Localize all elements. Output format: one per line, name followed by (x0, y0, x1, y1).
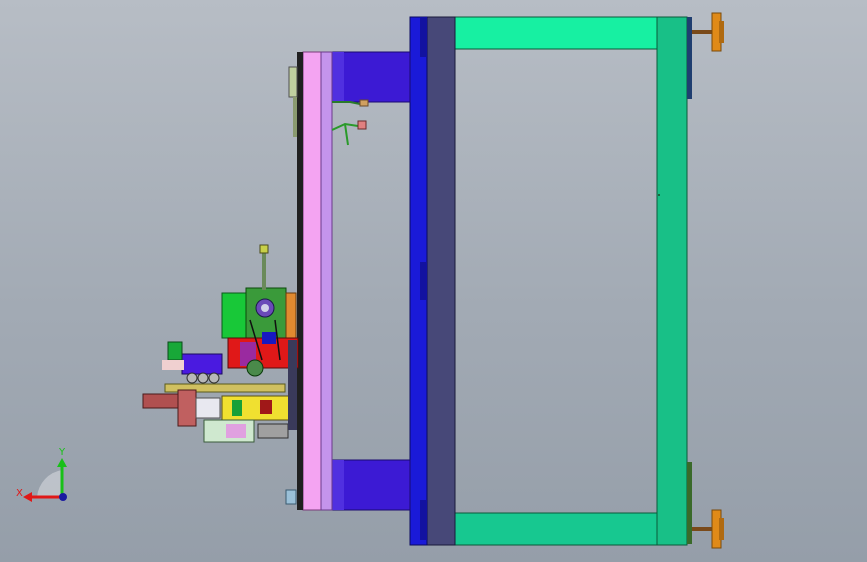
x-axis-label: X (16, 488, 23, 499)
axis-triad: X Y (16, 447, 67, 502)
cad-viewport[interactable]: X Y (0, 0, 867, 562)
valve-block (181, 353, 223, 375)
purple-mount-blocks[interactable] (331, 51, 411, 511)
blue-column-joint-mid (420, 262, 427, 300)
triad-origin (59, 493, 67, 501)
gear-shaft (262, 248, 266, 290)
blue-column-joint-top (420, 17, 427, 57)
frame-bottom-rail (454, 512, 658, 546)
frame-top-rail (454, 16, 658, 50)
lavender-plate (320, 51, 333, 511)
motor-housing (221, 292, 248, 339)
mechanism-assembly[interactable] (142, 244, 299, 443)
frame-right-post-edge-bottom (687, 462, 692, 544)
dark-plate-edge (297, 52, 303, 510)
blue-column-joint-bottom (420, 500, 427, 540)
frame-right-post (656, 16, 688, 546)
origin-marker (658, 194, 660, 196)
base-plate[interactable] (297, 51, 333, 511)
y-axis-label: Y (58, 447, 66, 458)
brake-cylinder (142, 393, 179, 409)
leveling-foot-top[interactable] (692, 12, 724, 52)
leveling-foot-bottom[interactable] (692, 509, 724, 549)
cad-model-side-view[interactable]: X Y (0, 0, 867, 562)
bottom-clip[interactable] (285, 489, 297, 505)
steel-frame[interactable] (409, 16, 692, 546)
pink-plate (302, 51, 322, 511)
frame-mid-post (426, 16, 456, 546)
frame-right-post-edge (687, 17, 692, 99)
